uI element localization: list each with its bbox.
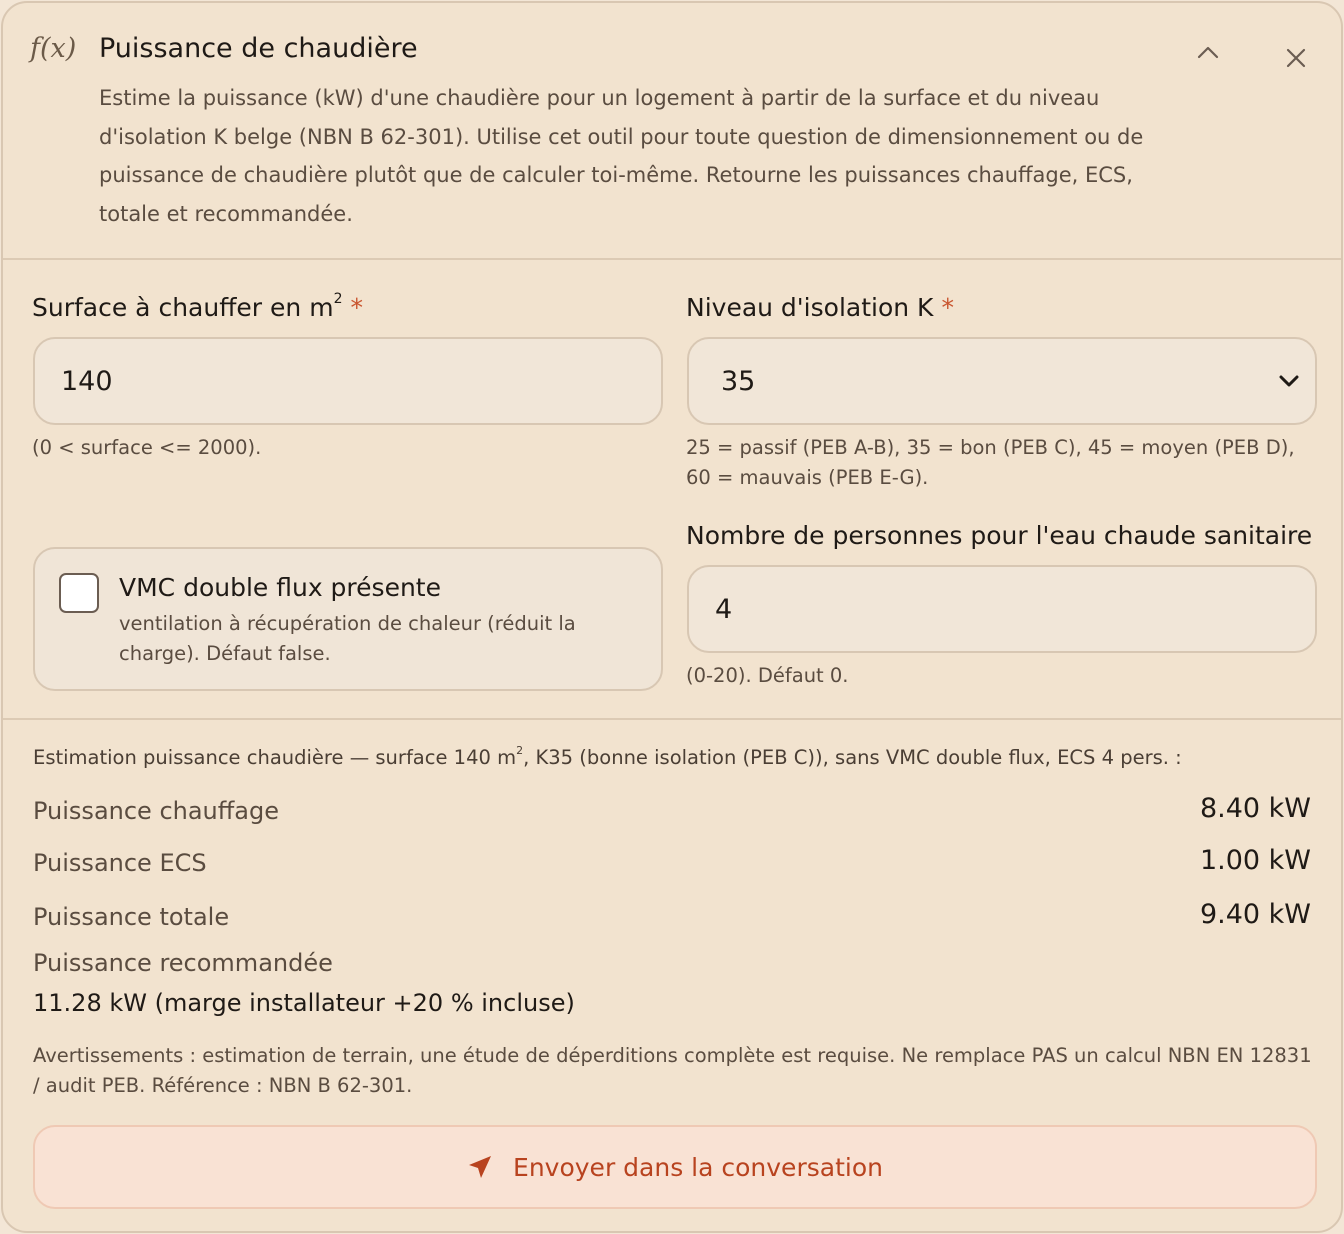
send-icon <box>467 1154 493 1180</box>
result-row-value: 8.40 kW <box>1199 793 1311 824</box>
form-divider <box>3 718 1341 720</box>
close-icon <box>1286 48 1306 68</box>
surface-value: 140 <box>61 365 113 397</box>
isolation-selected-value: 35 <box>721 365 756 397</box>
result-row-label: Puissance totale <box>33 903 230 931</box>
required-mark: * <box>350 293 363 322</box>
recommended-value: 11.28 kW (marge installateur +20 % inclu… <box>33 989 575 1017</box>
tool-header: f(x) Puissance de chaudière Estime la pu… <box>3 3 1341 260</box>
surface-input[interactable]: 140 <box>33 337 663 425</box>
surface-hint: (0 < surface <= 2000). <box>32 436 262 459</box>
chevron-down-icon <box>1279 375 1299 387</box>
result-row-label: Puissance chauffage <box>33 797 280 825</box>
persons-hint: (0-20). Défaut 0. <box>686 664 849 687</box>
close-button[interactable] <box>1279 41 1313 75</box>
warning-text: Avertissements : estimation de terrain, … <box>33 1044 1312 1097</box>
send-label: Envoyer dans la conversation <box>513 1152 883 1182</box>
persons-input[interactable]: 4 <box>687 565 1317 653</box>
chevron-up-icon <box>1197 46 1219 59</box>
vmc-option[interactable]: VMC double flux présente ventilation à r… <box>33 547 663 691</box>
collapse-button[interactable] <box>1191 35 1225 69</box>
result-summary: Estimation puissance chaudière — surface… <box>33 744 1182 769</box>
required-mark: * <box>941 293 954 322</box>
isolation-label: Niveau d'isolation K * <box>686 293 954 322</box>
result-row-label: Puissance ECS <box>33 849 207 877</box>
header-divider <box>3 258 1341 260</box>
surface-label: Surface à chauffer en m2 * <box>32 291 363 322</box>
tool-title: Puissance de chaudière <box>99 33 418 64</box>
result-row-value: 9.40 kW <box>1199 899 1311 930</box>
vmc-description: ventilation à récupération de chaleur (r… <box>119 612 576 665</box>
vmc-checkbox[interactable] <box>59 573 99 613</box>
recommended-label: Puissance recommandée <box>33 949 333 977</box>
persons-value: 4 <box>715 593 733 625</box>
result-row-value: 1.00 kW <box>1199 845 1311 876</box>
persons-label: Nombre de personnes pour l'eau chaude sa… <box>686 521 1313 550</box>
tool-card: f(x) Puissance de chaudière Estime la pu… <box>1 1 1343 1233</box>
isolation-hint: 25 = passif (PEB A-B), 35 = bon (PEB C),… <box>686 436 1295 489</box>
tool-description: Estime la puissance (kW) d'une chaudière… <box>99 86 1144 226</box>
function-icon: f(x) <box>30 33 77 64</box>
isolation-select[interactable]: 35 <box>687 337 1317 425</box>
vmc-label: VMC double flux présente <box>119 573 441 602</box>
send-to-conversation-button[interactable]: Envoyer dans la conversation <box>33 1125 1317 1209</box>
